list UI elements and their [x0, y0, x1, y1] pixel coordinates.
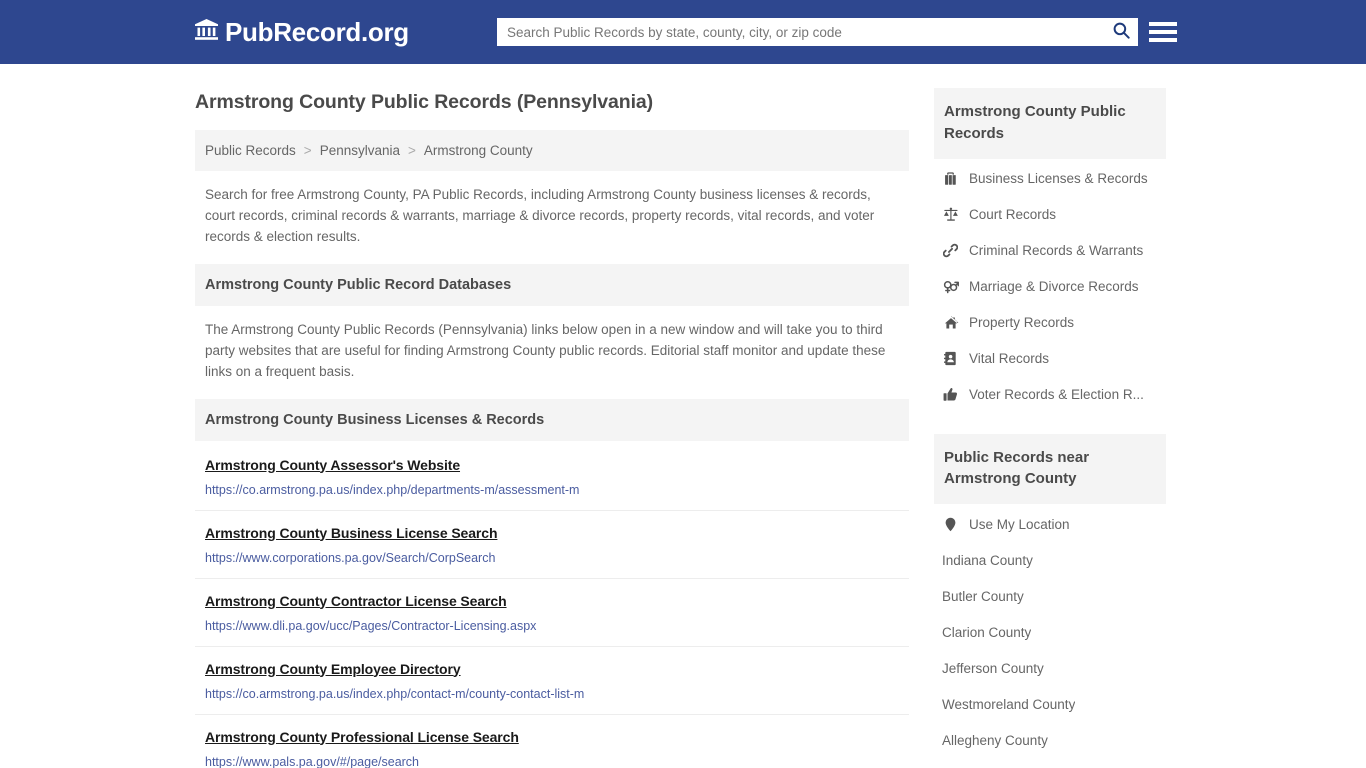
- record-link-url[interactable]: https://www.dli.pa.gov/ucc/Pages/Contrac…: [205, 619, 899, 633]
- sidebar-item-voter-records[interactable]: Voter Records & Election R...: [934, 377, 1166, 413]
- balance-scale-icon: [942, 207, 959, 222]
- main-content: Armstrong County Public Records (Pennsyl…: [195, 64, 909, 768]
- sidebar-item-label: Use My Location: [969, 516, 1070, 532]
- hamburger-menu-button[interactable]: [1149, 18, 1177, 46]
- sidebar-item-label: Property Records: [969, 315, 1075, 330]
- sidebar-item-label: Westmoreland County: [942, 696, 1076, 712]
- sidebar-item-label: Business Licenses & Records: [969, 171, 1148, 186]
- list-item[interactable]: Armstrong County Employee Directory http…: [195, 647, 909, 715]
- sidebar-item-business-licenses[interactable]: Business Licenses & Records: [934, 161, 1166, 197]
- sidebar-item-label: Voter Records & Election R...: [969, 387, 1144, 402]
- page-container: Armstrong County Public Records (Pennsyl…: [0, 64, 1366, 768]
- record-link-title[interactable]: Armstrong County Contractor License Sear…: [205, 593, 507, 609]
- sidebar-item-westmoreland-county[interactable]: Westmoreland County: [934, 686, 1166, 722]
- page-intro-text: Search for free Armstrong County, PA Pub…: [205, 187, 875, 244]
- list-item[interactable]: Armstrong County Assessor's Website http…: [195, 441, 909, 511]
- sidebar-item-use-my-location[interactable]: Use My Location: [934, 506, 1166, 542]
- venus-mars-icon: [942, 279, 959, 294]
- sidebar-item-marriage-divorce[interactable]: Marriage & Divorce Records: [934, 269, 1166, 305]
- site-logo[interactable]: PubRecord.org: [195, 17, 409, 48]
- search-icon: [1113, 22, 1130, 42]
- search-bar[interactable]: [497, 18, 1138, 46]
- business-links-list: Armstrong County Assessor's Website http…: [195, 441, 909, 768]
- sidebar-item-jefferson-county[interactable]: Jefferson County: [934, 650, 1166, 686]
- hamburger-menu-icon: [1149, 22, 1177, 26]
- search-input[interactable]: [497, 18, 1104, 46]
- sidebar: Armstrong County Public Records Business…: [934, 64, 1166, 768]
- sidebar-item-label: Jefferson County: [942, 660, 1044, 676]
- map-pin-icon: [942, 517, 959, 532]
- site-logo-text: PubRecord.org: [225, 16, 409, 47]
- record-link-url[interactable]: https://www.pals.pa.gov/#/page/search: [205, 755, 899, 768]
- id-card-icon: [942, 351, 959, 366]
- section-heading-databases: Armstrong County Public Record Databases: [195, 263, 909, 306]
- list-item[interactable]: Armstrong County Professional License Se…: [195, 715, 909, 768]
- sidebar-item-vital-records[interactable]: Vital Records: [934, 341, 1166, 377]
- sidebar-item-label: Indiana County: [942, 552, 1033, 568]
- hamburger-menu-icon-bar3: [1149, 38, 1177, 42]
- bank-icon: [195, 19, 218, 45]
- record-link-title[interactable]: Armstrong County Assessor's Website: [205, 457, 460, 473]
- sidebar-records-list: Business Licenses & Records Court Record…: [934, 159, 1166, 413]
- thumbs-up-icon: [942, 387, 959, 402]
- breadcrumb: Public Records > Pennsylvania > Armstron…: [195, 130, 909, 171]
- record-link-url[interactable]: https://co.armstrong.pa.us/index.php/con…: [205, 687, 899, 701]
- sidebar-item-label: Marriage & Divorce Records: [969, 279, 1139, 294]
- sidebar-item-indiana-county[interactable]: Indiana County: [934, 542, 1166, 578]
- record-link-title[interactable]: Armstrong County Business License Search: [205, 525, 498, 541]
- sidebar-nearby-list: Use My Location Indiana County Butler Co…: [934, 504, 1166, 758]
- sidebar-item-label: Court Records: [969, 207, 1057, 222]
- sidebar-item-butler-county[interactable]: Butler County: [934, 578, 1166, 614]
- record-link-title[interactable]: Armstrong County Professional License Se…: [205, 729, 519, 745]
- briefcase-icon: [942, 171, 959, 186]
- sidebar-item-label: Clarion County: [942, 624, 1032, 640]
- breadcrumb-item-public-records[interactable]: Public Records: [205, 143, 296, 158]
- sidebar-item-label: Criminal Records & Warrants: [969, 243, 1144, 258]
- breadcrumb-item-pennsylvania[interactable]: Pennsylvania: [320, 143, 400, 158]
- page-title: Armstrong County Public Records (Pennsyl…: [195, 91, 654, 113]
- record-link-url[interactable]: https://www.corporations.pa.gov/Search/C…: [205, 551, 899, 565]
- section-heading-business-licenses: Armstrong County Business Licenses & Rec…: [195, 398, 909, 441]
- breadcrumb-separator-2: >: [408, 143, 416, 158]
- record-link-title[interactable]: Armstrong County Employee Directory: [205, 661, 461, 677]
- sidebar-item-court-records[interactable]: Court Records: [934, 197, 1166, 233]
- sidebar-item-clarion-county[interactable]: Clarion County: [934, 614, 1166, 650]
- sidebar-item-label: Vital Records: [969, 351, 1050, 366]
- breadcrumb-item-armstrong-county[interactable]: Armstrong County: [424, 143, 533, 158]
- sidebar-item-property-records[interactable]: Property Records: [934, 305, 1166, 341]
- sidebar-item-label: Butler County: [942, 588, 1024, 604]
- sidebar-heading-records: Armstrong County Public Records: [934, 88, 1166, 159]
- sidebar-item-allegheny-county[interactable]: Allegheny County: [934, 722, 1166, 758]
- site-header: PubRecord.org: [0, 0, 1366, 64]
- breadcrumb-separator-1: >: [303, 143, 312, 158]
- list-item[interactable]: Armstrong County Business License Search…: [195, 511, 909, 579]
- sidebar-heading-nearby: Public Records near Armstrong County: [934, 433, 1166, 504]
- list-item[interactable]: Armstrong County Contractor License Sear…: [195, 579, 909, 647]
- record-link-url[interactable]: https://co.armstrong.pa.us/index.php/dep…: [205, 483, 899, 497]
- sidebar-item-label: Allegheny County: [942, 732, 1048, 748]
- chain-link-icon: [942, 243, 959, 258]
- hamburger-menu-icon-bar2: [1149, 30, 1177, 34]
- databases-description: The Armstrong County Public Records (Pen…: [205, 321, 886, 379]
- home-icon: [942, 315, 959, 330]
- search-button[interactable]: [1104, 18, 1138, 46]
- sidebar-item-criminal-records[interactable]: Criminal Records & Warrants: [934, 233, 1166, 269]
